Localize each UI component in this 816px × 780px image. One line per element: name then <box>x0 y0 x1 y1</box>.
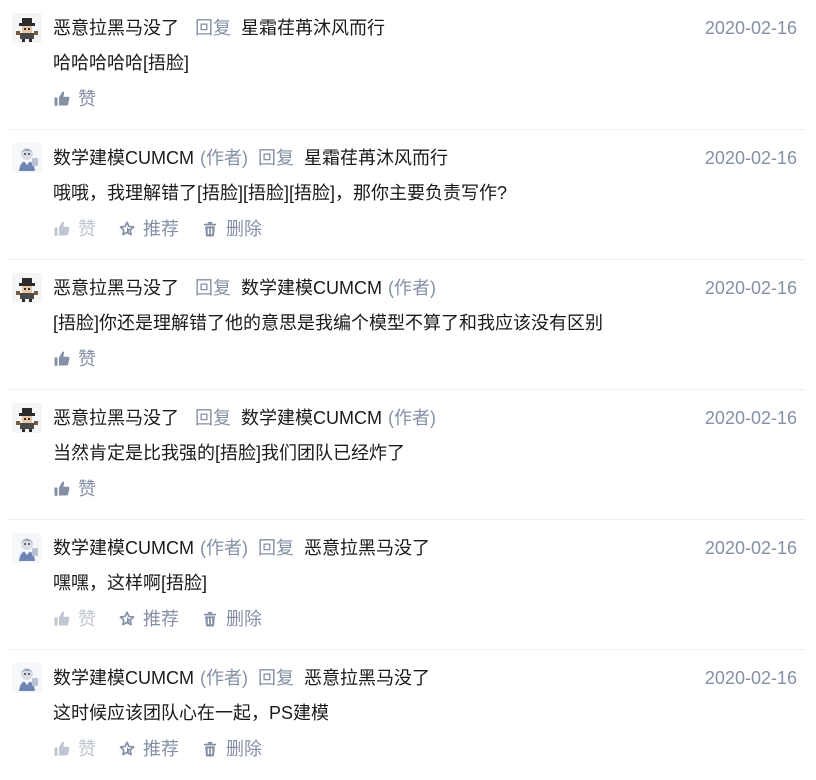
action-thumbs-up-button[interactable]: 赞 <box>53 736 96 762</box>
comment-actions: 赞 <box>53 476 118 502</box>
comment-meta: 恶意拉黑马没了 回复 数学建模CUMCM (作者) <box>53 405 436 431</box>
action-trash-button[interactable]: 删除 <box>201 216 262 242</box>
comment-content: [捂脸]你还是理解错了他的意思是我编个模型不算了和我应该没有区别 <box>53 313 603 333</box>
action-thumbs-up-button[interactable]: 赞 <box>53 346 96 372</box>
reply-label: 回复 <box>258 668 294 688</box>
author-name[interactable]: 数学建模CUMCM <box>53 148 194 168</box>
comment-content: 当然肯定是比我强的[捂脸]我们团队已经炸了 <box>53 443 405 463</box>
comment-actions: 赞 <box>53 346 118 372</box>
author-tag: (作者) <box>200 148 248 168</box>
reply-label: 回复 <box>195 278 231 298</box>
comment-actions: 赞 推荐 删除 <box>53 736 284 762</box>
comment-date: 2020-02-16 <box>704 668 797 688</box>
comment-item: 恶意拉黑马没了 回复 星霜荏苒沐风而行 2020-02-16 哈哈哈哈哈[捂脸] 赞 <box>8 0 805 130</box>
comment-date: 2020-02-16 <box>704 148 797 168</box>
reply-target-name[interactable]: 恶意拉黑马没了 <box>304 668 430 688</box>
comment-content: 哦哦，我理解错了[捂脸][捂脸][捂脸]，那你主要负责写作? <box>53 183 508 203</box>
comment-meta: 恶意拉黑马没了 回复 数学建模CUMCM (作者) <box>53 275 436 301</box>
comment-date: 2020-02-16 <box>704 18 797 38</box>
author-name[interactable]: 数学建模CUMCM <box>53 668 194 688</box>
action-thumbs-up-button[interactable]: 赞 <box>53 476 96 502</box>
action-thumbs-up-button[interactable]: 赞 <box>53 86 96 112</box>
action-label: 赞 <box>78 739 96 759</box>
action-star-button[interactable]: 推荐 <box>118 216 179 242</box>
pixel-character-avatar[interactable] <box>12 403 42 433</box>
author-name[interactable]: 恶意拉黑马没了 <box>53 408 179 428</box>
comment-item: 恶意拉黑马没了 回复 数学建模CUMCM (作者) 2020-02-16 [捂脸]你还… <box>8 260 805 390</box>
author-name[interactable]: 恶意拉黑马没了 <box>53 18 179 38</box>
reply-label: 回复 <box>195 18 231 38</box>
comment-actions: 赞 推荐 删除 <box>53 606 284 632</box>
comment-date: 2020-02-16 <box>704 278 797 298</box>
comment-date: 2020-02-16 <box>704 408 797 428</box>
comment-meta: 数学建模CUMCM (作者) 回复 恶意拉黑马没了 <box>53 665 436 691</box>
star-icon <box>118 220 136 238</box>
action-label: 赞 <box>78 349 96 369</box>
comment-content: 哈哈哈哈哈[捂脸] <box>53 53 190 73</box>
star-icon <box>118 610 136 628</box>
cartoon-character-avatar[interactable] <box>12 143 42 173</box>
thumbs-up-icon <box>53 90 71 108</box>
trash-icon <box>201 740 219 758</box>
comment-content: 嘿嘿，这样啊[捂脸] <box>53 573 208 593</box>
trash-icon <box>201 610 219 628</box>
action-label: 赞 <box>78 219 96 239</box>
action-label: 推荐 <box>143 219 179 239</box>
author-name[interactable]: 数学建模CUMCM <box>53 538 194 558</box>
comment-actions: 赞 <box>53 86 118 112</box>
action-thumbs-up-button[interactable]: 赞 <box>53 606 96 632</box>
author-name[interactable]: 恶意拉黑马没了 <box>53 278 179 298</box>
trash-icon <box>201 220 219 238</box>
comment-content: 这时候应该团队心在一起，PS建模 <box>53 703 330 723</box>
thumbs-up-icon <box>53 610 71 628</box>
pixel-character-avatar[interactable] <box>12 273 42 303</box>
reply-target-name[interactable]: 星霜荏苒沐风而行 <box>241 18 385 38</box>
reply-label: 回复 <box>258 148 294 168</box>
comment-item: 数学建模CUMCM (作者) 回复 恶意拉黑马没了 2020-02-16 嘿嘿，这样啊… <box>8 520 805 650</box>
comment-item: 恶意拉黑马没了 回复 数学建模CUMCM (作者) 2020-02-16 当然肯定是比… <box>8 390 805 520</box>
action-star-button[interactable]: 推荐 <box>118 606 179 632</box>
pixel-character-avatar[interactable] <box>12 13 42 43</box>
action-trash-button[interactable]: 删除 <box>201 606 262 632</box>
action-label: 赞 <box>78 89 96 109</box>
comment-item: 数学建模CUMCM (作者) 回复 星霜荏苒沐风而行 2020-02-16 哦哦，我理… <box>8 130 805 260</box>
comment-date: 2020-02-16 <box>704 538 797 558</box>
author-tag: (作者) <box>200 538 248 558</box>
cartoon-character-avatar[interactable] <box>12 533 42 563</box>
comment-actions: 赞 推荐 删除 <box>53 216 284 242</box>
action-label: 删除 <box>226 739 262 759</box>
action-star-button[interactable]: 推荐 <box>118 736 179 762</box>
action-label: 推荐 <box>143 609 179 629</box>
action-label: 推荐 <box>143 739 179 759</box>
cartoon-character-avatar[interactable] <box>12 663 42 693</box>
reply-target-tag: (作者) <box>388 408 436 428</box>
action-label: 赞 <box>78 479 96 499</box>
reply-target-tag: (作者) <box>388 278 436 298</box>
comment-meta: 数学建模CUMCM (作者) 回复 恶意拉黑马没了 <box>53 535 436 561</box>
comment-item: 数学建模CUMCM (作者) 回复 恶意拉黑马没了 2020-02-16 这时候应该团… <box>8 650 805 780</box>
comment-meta: 数学建模CUMCM (作者) 回复 星霜荏苒沐风而行 <box>53 145 454 171</box>
reply-target-name[interactable]: 恶意拉黑马没了 <box>304 538 430 558</box>
comment-meta: 恶意拉黑马没了 回复 星霜荏苒沐风而行 <box>53 15 391 41</box>
star-icon <box>118 740 136 758</box>
reply-target-name[interactable]: 数学建模CUMCM <box>241 278 382 298</box>
action-label: 赞 <box>78 609 96 629</box>
action-thumbs-up-button[interactable]: 赞 <box>53 216 96 242</box>
thumbs-up-icon <box>53 220 71 238</box>
thumbs-up-icon <box>53 480 71 498</box>
action-trash-button[interactable]: 删除 <box>201 736 262 762</box>
thumbs-up-icon <box>53 350 71 368</box>
action-label: 删除 <box>226 219 262 239</box>
action-label: 删除 <box>226 609 262 629</box>
reply-label: 回复 <box>195 408 231 428</box>
reply-target-name[interactable]: 星霜荏苒沐风而行 <box>304 148 448 168</box>
author-tag: (作者) <box>200 668 248 688</box>
reply-label: 回复 <box>258 538 294 558</box>
reply-target-name[interactable]: 数学建模CUMCM <box>241 408 382 428</box>
thumbs-up-icon <box>53 740 71 758</box>
